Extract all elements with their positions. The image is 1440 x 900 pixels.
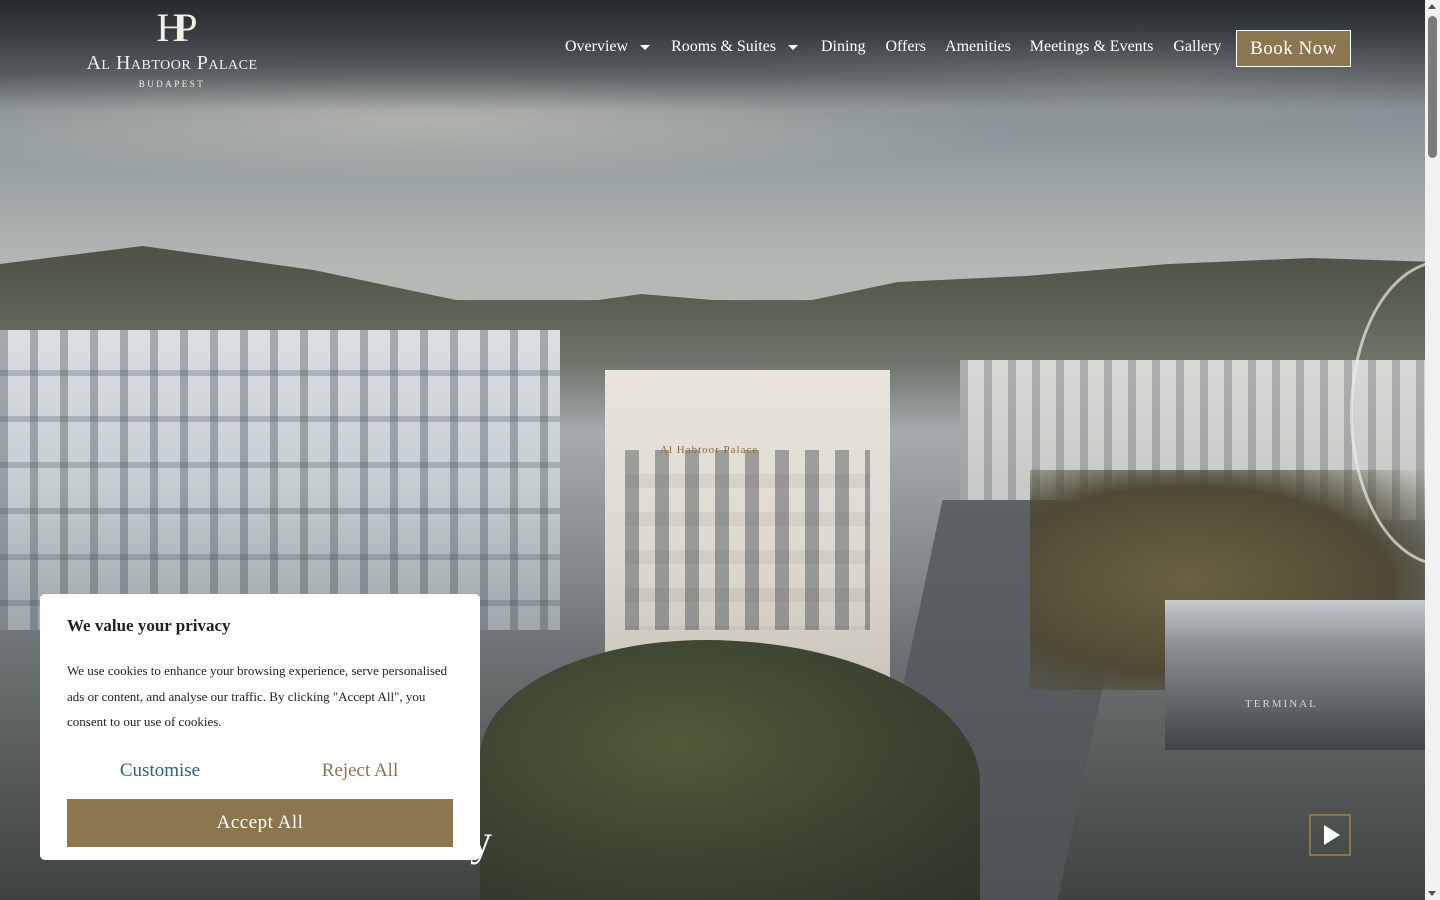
nav-item-rooms-suites[interactable]: Rooms & Suites: [671, 38, 798, 56]
nav-item-gallery[interactable]: Gallery: [1173, 38, 1221, 56]
hero-city-left: [0, 330, 560, 630]
cookie-title: We value your privacy: [67, 616, 231, 635]
accept-all-button[interactable]: Accept All: [67, 798, 453, 847]
nav-item-label: Dining: [821, 38, 866, 55]
nav-item-label: Meetings & Events: [1029, 38, 1154, 55]
chevron-down-icon: [640, 44, 651, 50]
nav-item-meetings-events[interactable]: Meetings & Events: [1030, 38, 1154, 56]
logo-city: BUDAPEST: [138, 79, 206, 89]
hero-terminal-building: [1165, 600, 1425, 750]
logo-monogram: HP: [156, 5, 197, 50]
reject-all-button[interactable]: Reject All: [267, 752, 453, 790]
nav-item-label: Amenities: [945, 38, 1011, 55]
scrollbar-thumb[interactable]: [1428, 16, 1437, 158]
cookie-body: We use cookies to enhance your browsing …: [67, 663, 448, 729]
main-nav: Overview Rooms & Suites Dining Offers Am…: [565, 38, 1221, 56]
nav-item-label: Overview: [565, 38, 629, 55]
logo-name: Al Habtoor Palace: [86, 52, 258, 74]
nav-item-label: Rooms & Suites: [671, 38, 776, 55]
hero-terminal-sign: TERMINAL: [1245, 698, 1318, 710]
scroll-up-icon[interactable]: [1428, 4, 1436, 9]
site-logo[interactable]: HP Al Habtoor Palace BUDAPEST: [82, 5, 262, 90]
play-icon: [1324, 825, 1340, 845]
page-scrollbar[interactable]: [1425, 0, 1440, 900]
scroll-down-icon[interactable]: [1428, 891, 1436, 896]
nav-item-amenities[interactable]: Amenities: [945, 38, 1011, 56]
video-play-button[interactable]: [1309, 814, 1351, 856]
cookie-secondary-actions: Customise Reject All: [67, 752, 453, 790]
nav-item-offers[interactable]: Offers: [885, 38, 926, 56]
cookie-consent-dialog: We value your privacy We use cookies to …: [40, 594, 480, 860]
chevron-down-icon: [788, 44, 798, 50]
nav-item-label: Gallery: [1173, 38, 1222, 55]
book-now-button[interactable]: Book Now: [1236, 30, 1351, 67]
nav-item-overview[interactable]: Overview: [565, 38, 651, 56]
nav-item-dining[interactable]: Dining: [821, 38, 865, 56]
hero-building-sign: Al Habtoor Palace: [660, 444, 759, 456]
nav-item-label: Offers: [885, 38, 927, 55]
customise-button[interactable]: Customise: [67, 752, 253, 790]
